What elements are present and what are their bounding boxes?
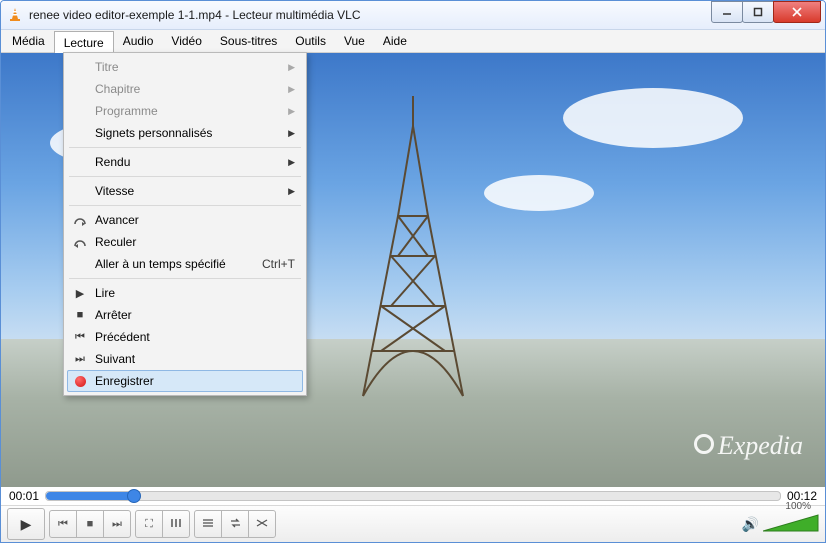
fullscreen-icon: ⛶	[145, 518, 153, 531]
playlist-group	[194, 510, 276, 538]
menuitem-suivant[interactable]: ⏭Suivant	[67, 348, 303, 370]
cloud-icon	[563, 88, 743, 148]
chevron-right-icon: ▶	[288, 157, 295, 168]
app-window: renee video editor-exemple 1-1.mp4 - Lec…	[0, 0, 826, 543]
window-buttons	[712, 1, 821, 23]
eiffel-tower	[343, 96, 483, 406]
seek-knob[interactable]	[127, 489, 141, 503]
loop-icon	[229, 517, 242, 532]
volume-slider[interactable]	[763, 514, 819, 532]
record-icon	[71, 376, 89, 387]
play-icon: ▶	[21, 516, 32, 533]
menuitem-programme[interactable]: Programme▶	[67, 100, 303, 122]
hotkey-label: Ctrl+T	[262, 257, 295, 271]
volume-label: 100%	[785, 501, 811, 512]
menu-separator	[69, 176, 301, 177]
seek-bar-row: 00:01 00:12	[1, 487, 825, 505]
extended-settings-button[interactable]	[162, 510, 190, 538]
window-title: renee video editor-exemple 1-1.mp4 - Lec…	[29, 8, 712, 22]
menuitem-vitesse[interactable]: Vitesse▶	[67, 180, 303, 202]
menu-outils[interactable]: Outils	[286, 30, 335, 52]
menu-soustitres[interactable]: Sous-titres	[211, 30, 286, 52]
chevron-right-icon: ▶	[288, 186, 295, 197]
chevron-right-icon: ▶	[288, 106, 295, 117]
menuitem-avancer[interactable]: Avancer	[67, 209, 303, 231]
shuffle-icon	[256, 517, 269, 532]
play-button[interactable]: ▶	[7, 508, 45, 540]
chevron-right-icon: ▶	[288, 128, 295, 139]
menu-audio[interactable]: Audio	[114, 30, 163, 52]
playlist-icon	[202, 517, 214, 532]
chevron-right-icon: ▶	[288, 62, 295, 73]
chevron-right-icon: ▶	[288, 84, 295, 95]
playlist-button[interactable]	[194, 510, 222, 538]
stop-icon: ■	[87, 518, 94, 530]
menuitem-chapitre[interactable]: Chapitre▶	[67, 78, 303, 100]
previous-button[interactable]: ⏮	[49, 510, 77, 538]
loop-button[interactable]	[221, 510, 249, 538]
menu-video[interactable]: Vidéo	[162, 30, 210, 52]
next-icon: ⏭	[71, 353, 89, 366]
menu-lecture[interactable]: Lecture	[54, 31, 114, 53]
maximize-button[interactable]	[742, 1, 774, 23]
play-icon: ▶	[71, 287, 89, 300]
menuitem-reculer[interactable]: Reculer	[67, 231, 303, 253]
transport-group: ⏮ ■ ⏭	[49, 510, 131, 538]
menu-separator	[69, 147, 301, 148]
previous-icon: ⏮	[71, 331, 89, 344]
vlc-cone-icon	[7, 7, 23, 23]
expedia-logo-icon	[694, 434, 714, 454]
menubar: Média Lecture Audio Vidéo Sous-titres Ou…	[1, 30, 825, 53]
menuitem-lire[interactable]: ▶Lire	[67, 282, 303, 304]
minimize-button[interactable]	[711, 1, 743, 23]
expedia-watermark: Expedia	[694, 431, 803, 461]
menuitem-arreter[interactable]: ■Arrêter	[67, 304, 303, 326]
menuitem-aller-temps[interactable]: Aller à un temps spécifiéCtrl+T	[67, 253, 303, 275]
fullscreen-button[interactable]: ⛶	[135, 510, 163, 538]
titlebar: renee video editor-exemple 1-1.mp4 - Lec…	[1, 1, 825, 30]
lecture-dropdown: Titre▶ Chapitre▶ Programme▶ Signets pers…	[63, 52, 307, 396]
menuitem-precedent[interactable]: ⏮Précédent	[67, 326, 303, 348]
menu-vue[interactable]: Vue	[335, 30, 374, 52]
speaker-icon[interactable]: 🔊	[742, 516, 759, 533]
controls-bar: ▶ ⏮ ■ ⏭ ⛶ 🔊 100%	[1, 505, 825, 542]
stop-button[interactable]: ■	[76, 510, 104, 538]
stop-icon: ■	[71, 309, 89, 321]
next-icon: ⏭	[112, 518, 122, 531]
seek-track[interactable]	[45, 491, 781, 501]
close-button[interactable]	[773, 1, 821, 23]
menu-separator	[69, 205, 301, 206]
menu-aide[interactable]: Aide	[374, 30, 416, 52]
jump-backward-icon	[71, 236, 89, 248]
previous-icon: ⏮	[58, 518, 68, 531]
cloud-icon	[484, 175, 594, 211]
menuitem-titre[interactable]: Titre▶	[67, 56, 303, 78]
seek-fill	[46, 492, 134, 500]
menu-media[interactable]: Média	[3, 30, 54, 52]
time-current: 00:01	[9, 489, 39, 503]
shuffle-button[interactable]	[248, 510, 276, 538]
equalizer-icon	[170, 517, 182, 532]
menuitem-rendu[interactable]: Rendu▶	[67, 151, 303, 173]
watermark-text: Expedia	[718, 431, 803, 460]
menu-separator	[69, 278, 301, 279]
jump-forward-icon	[71, 214, 89, 226]
view-group: ⛶	[135, 510, 190, 538]
menuitem-signets[interactable]: Signets personnalisés▶	[67, 122, 303, 144]
next-button[interactable]: ⏭	[103, 510, 131, 538]
menuitem-enregistrer[interactable]: Enregistrer	[67, 370, 303, 392]
